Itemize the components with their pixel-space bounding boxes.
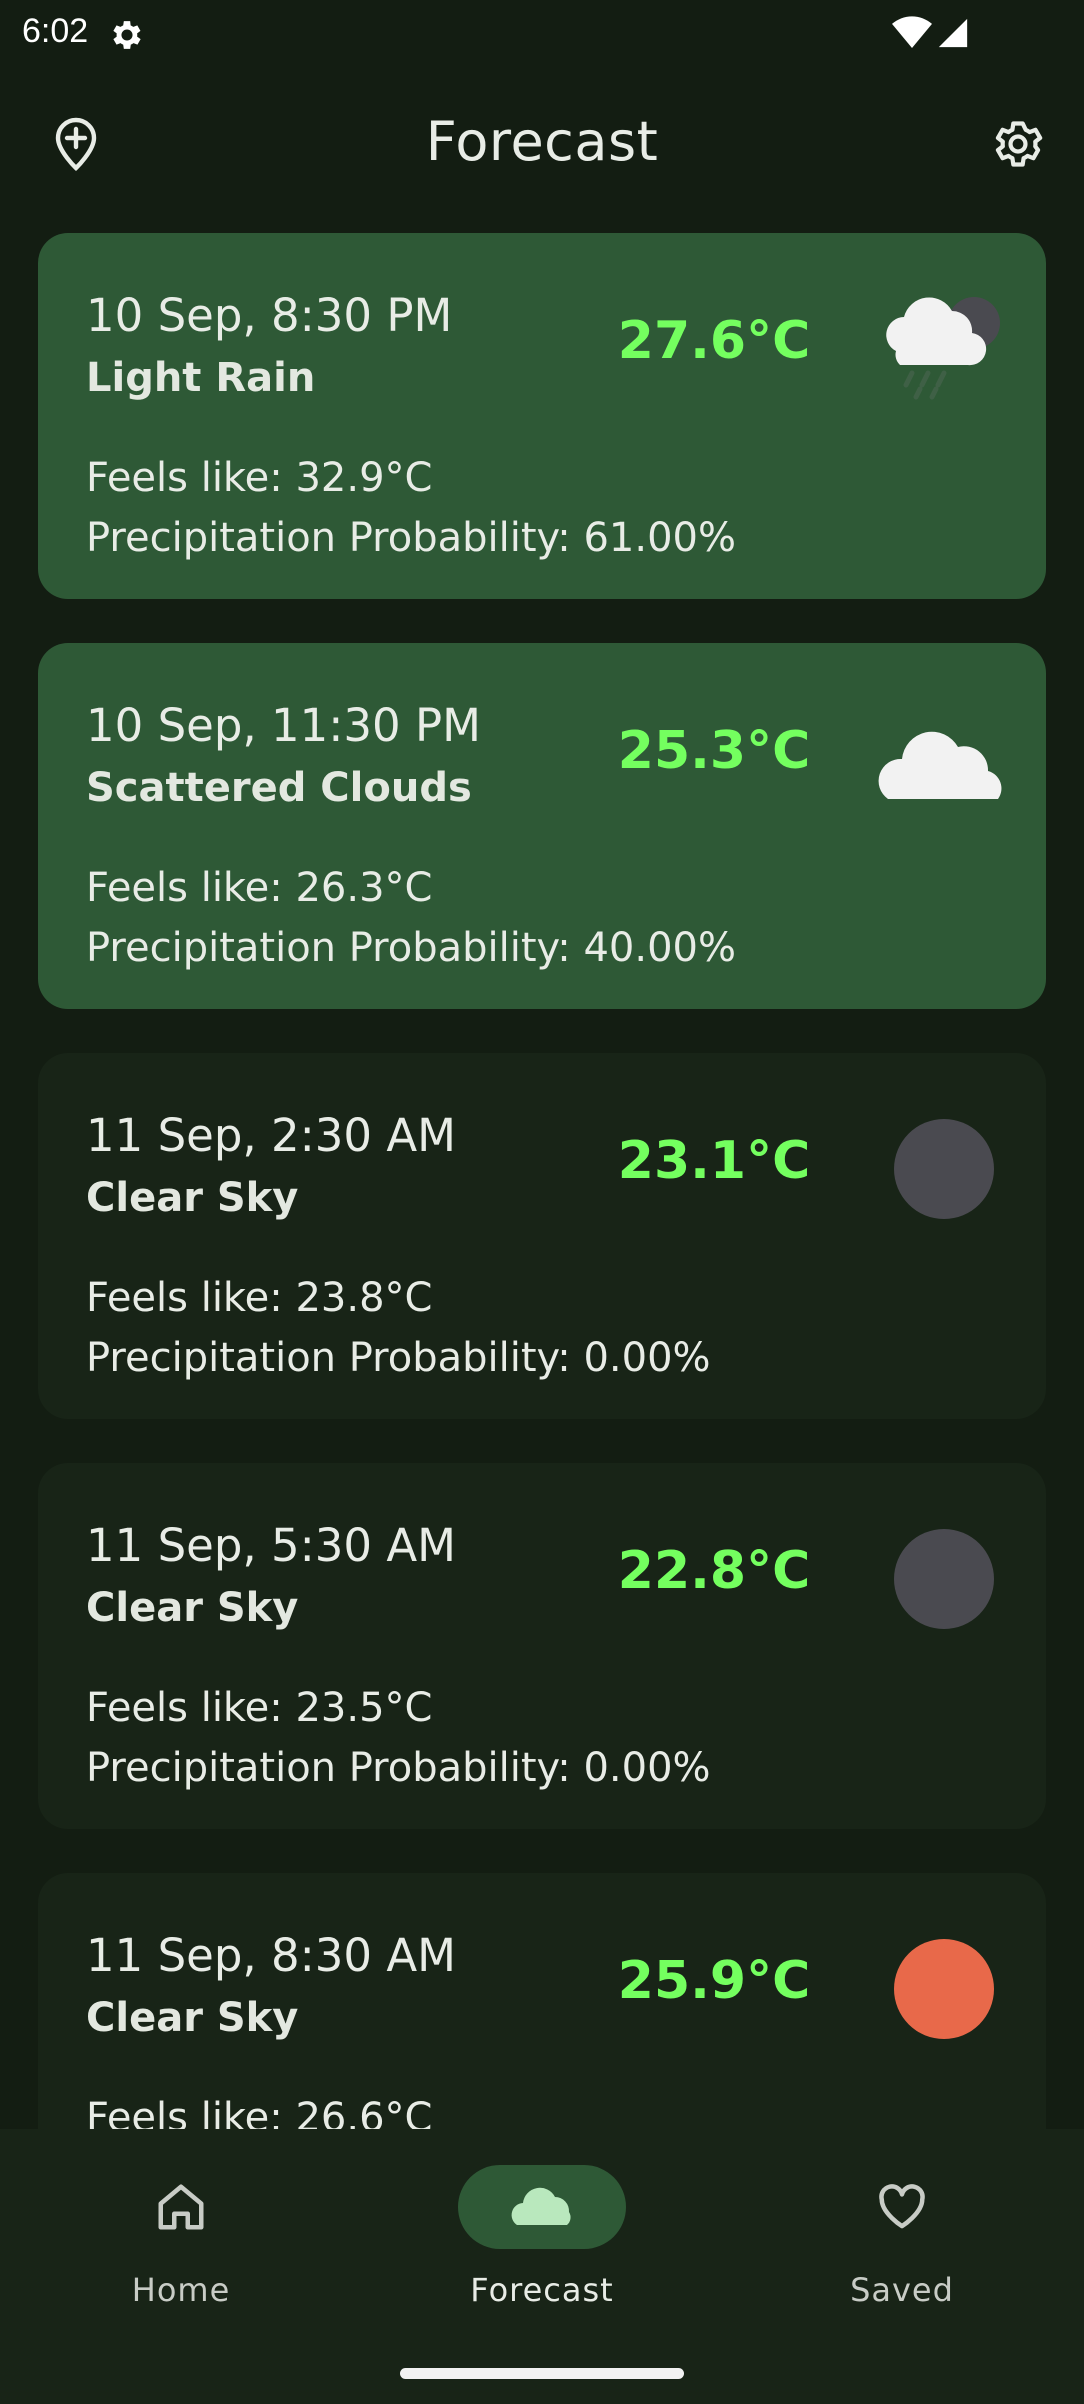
nav-indicator <box>97 2165 265 2249</box>
forecast-feels-like: Feels like: 23.8°C <box>86 1275 433 1321</box>
app-screen: 6:02 Forecast 10 Sep, 8:30 PM Light Rain… <box>0 0 1084 2404</box>
home-icon <box>158 2184 204 2230</box>
forecast-condition: Scattered Clouds <box>86 765 472 811</box>
forecast-temperature: 25.3°C <box>617 721 811 781</box>
forecast-precipitation: Precipitation Probability: 0.00% <box>86 1745 711 1791</box>
status-time: 6:02 <box>22 12 89 50</box>
page-title: Forecast <box>425 110 659 173</box>
forecast-datetime: 11 Sep, 8:30 AM <box>86 1929 456 1982</box>
forecast-list[interactable]: 10 Sep, 8:30 PM Light Rain 27.6°C Feels … <box>38 233 1046 2129</box>
forecast-feels-like: Feels like: 23.5°C <box>86 1685 433 1731</box>
bottom-navigation: Home Forecast Saved <box>0 2129 1084 2404</box>
nav-label: Home <box>131 2271 231 2309</box>
forecast-card[interactable]: 11 Sep, 5:30 AM Clear Sky 22.8°C Feels l… <box>38 1463 1046 1829</box>
forecast-precipitation: Precipitation Probability: 40.00% <box>86 925 736 971</box>
forecast-condition: Clear Sky <box>86 1585 299 1631</box>
forecast-condition: Clear Sky <box>86 1995 299 2041</box>
forecast-precipitation: Precipitation Probability: 61.00% <box>86 515 736 561</box>
forecast-datetime: 11 Sep, 5:30 AM <box>86 1519 456 1572</box>
forecast-datetime: 11 Sep, 2:30 AM <box>86 1109 456 1162</box>
sun-icon <box>894 1939 994 2039</box>
status-bar: 6:02 <box>0 0 1084 66</box>
forecast-card[interactable]: 11 Sep, 2:30 AM Clear Sky 23.1°C Feels l… <box>38 1053 1046 1419</box>
nav-indicator <box>458 2165 626 2249</box>
forecast-condition: Clear Sky <box>86 1175 299 1221</box>
forecast-card[interactable]: 10 Sep, 11:30 PM Scattered Clouds 25.3°C… <box>38 643 1046 1009</box>
moon-icon <box>894 1529 994 1629</box>
forecast-precipitation: Precipitation Probability: 0.00% <box>86 1335 711 1381</box>
forecast-temperature: 23.1°C <box>617 1131 811 1191</box>
nav-item-saved[interactable]: Saved <box>752 2165 1052 2325</box>
forecast-temperature: 27.6°C <box>617 311 811 371</box>
wifi-icon <box>892 16 932 48</box>
nav-item-forecast[interactable]: Forecast <box>392 2165 692 2325</box>
cloud-icon <box>878 731 1002 799</box>
forecast-feels-like: Feels like: 32.9°C <box>86 455 433 501</box>
forecast-datetime: 10 Sep, 11:30 PM <box>86 699 481 752</box>
forecast-condition: Light Rain <box>86 355 316 401</box>
forecast-feels-like: Feels like: 26.6°C <box>86 2095 433 2129</box>
forecast-feels-like: Feels like: 26.3°C <box>86 865 433 911</box>
heart-icon <box>879 2184 925 2229</box>
nav-label: Saved <box>850 2271 954 2309</box>
nav-label: Forecast <box>470 2271 614 2309</box>
nav-indicator <box>818 2165 986 2249</box>
forecast-datetime: 10 Sep, 8:30 PM <box>86 289 453 342</box>
gesture-navigation-bar[interactable] <box>400 2368 684 2379</box>
night-rain-cloud-icon <box>886 297 1000 400</box>
forecast-card[interactable]: 10 Sep, 8:30 PM Light Rain 27.6°C Feels … <box>38 233 1046 599</box>
settings-icon <box>995 121 1043 167</box>
settings-gear-icon <box>113 21 141 49</box>
forecast-temperature: 22.8°C <box>617 1541 811 1601</box>
moon-icon <box>894 1119 994 1219</box>
forecast-card[interactable]: 11 Sep, 8:30 AM Clear Sky 25.9°C Feels l… <box>38 1873 1046 2129</box>
cloud-icon <box>511 2187 571 2225</box>
forecast-temperature: 25.9°C <box>617 1951 811 2011</box>
settings-button[interactable] <box>982 108 1054 180</box>
cell-signal-icon <box>938 18 968 48</box>
top-app-bar: Forecast <box>0 90 1084 190</box>
nav-item-home[interactable]: Home <box>31 2165 331 2325</box>
